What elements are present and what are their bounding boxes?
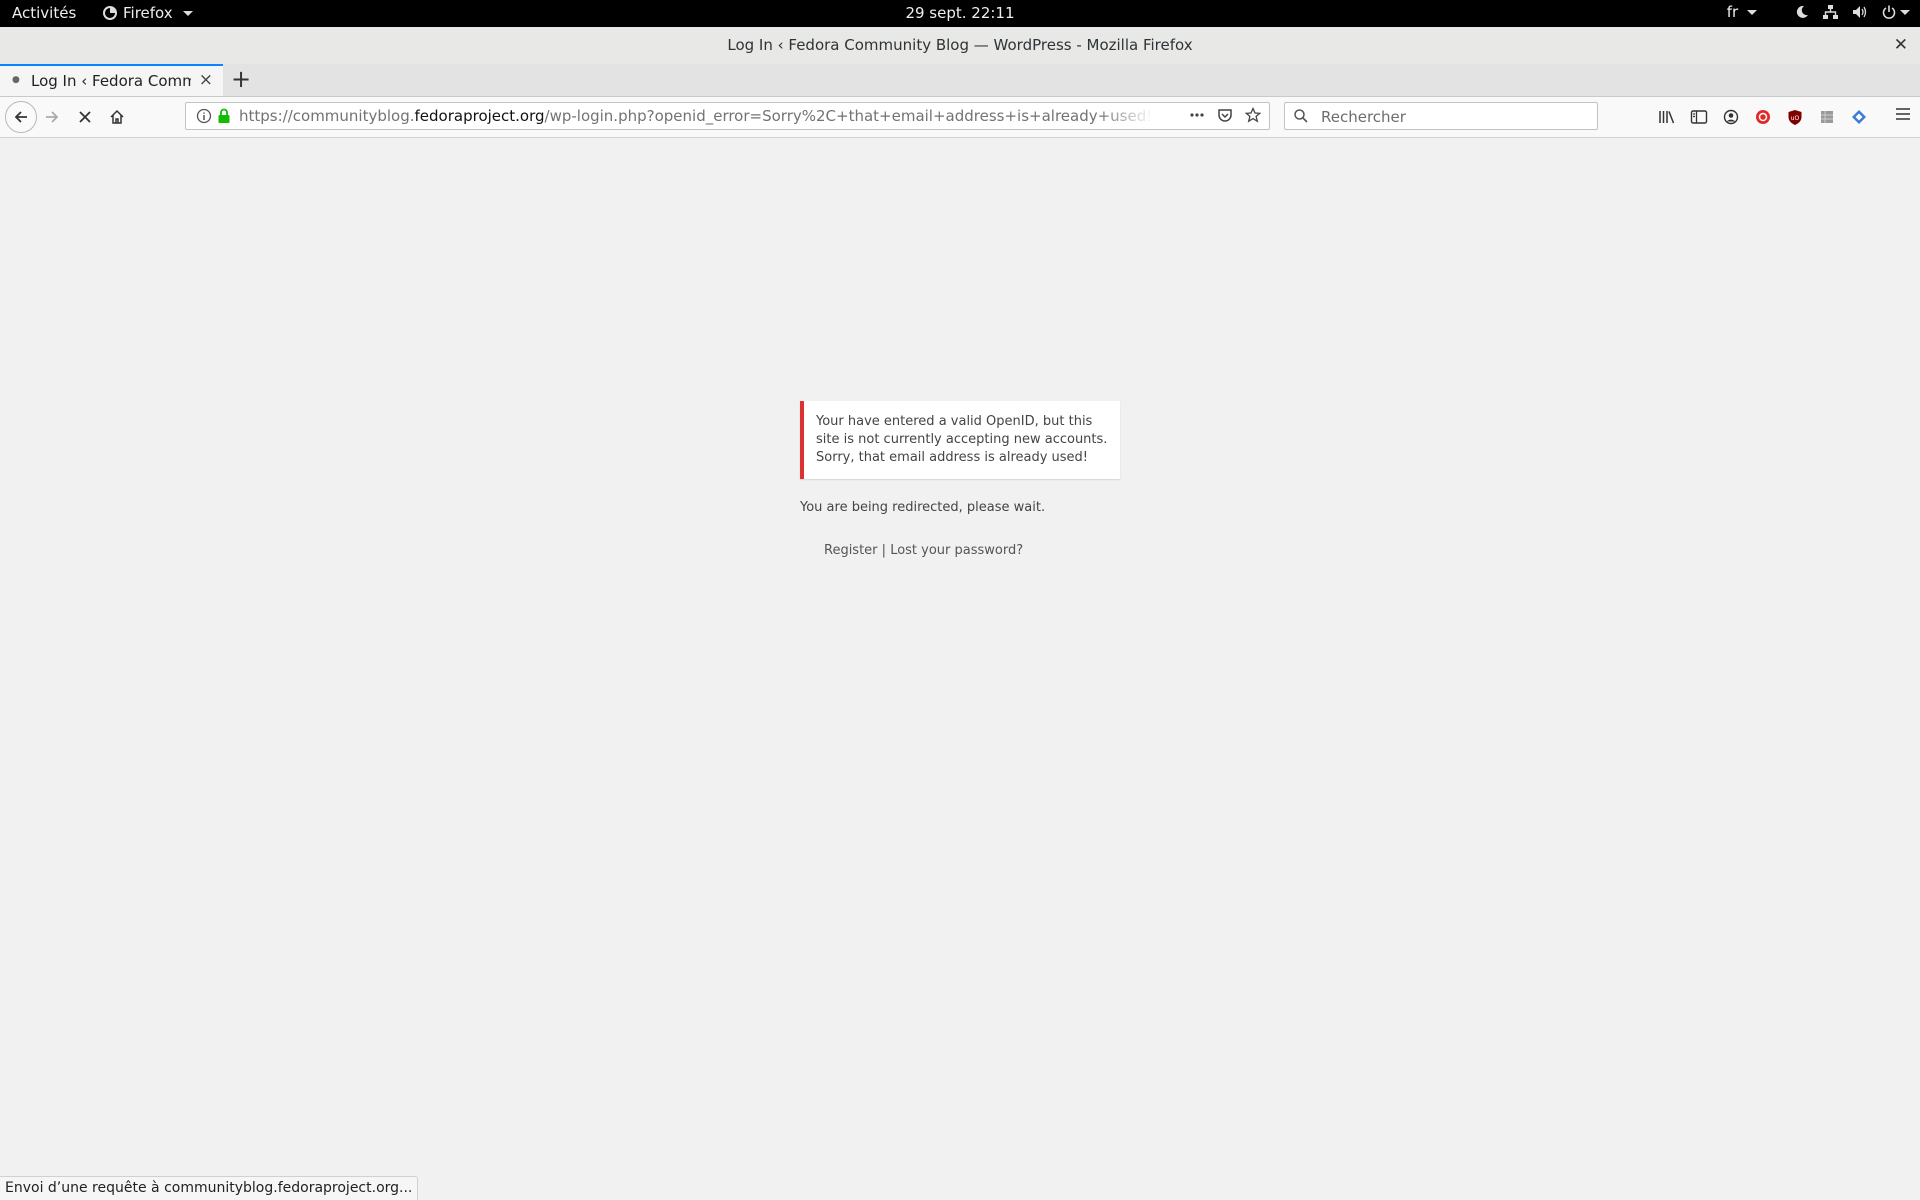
search-input[interactable]: [1319, 106, 1593, 128]
url-text: https://communityblog.fedoraproject.org/…: [239, 107, 1154, 125]
night-light-icon[interactable]: [1795, 5, 1809, 19]
window-title-bar: Log In ‹ Fedora Community Blog — WordPre…: [0, 27, 1920, 65]
new-tab-button[interactable]: +: [231, 65, 251, 93]
arrow-right-icon: [46, 111, 59, 123]
pocket-icon[interactable]: [1217, 107, 1233, 123]
info-icon[interactable]: [196, 108, 212, 124]
search-icon: [1294, 109, 1308, 123]
lost-password-link[interactable]: Lost your password?: [890, 543, 1023, 558]
app-menu-label: Firefox: [123, 4, 173, 22]
hamburger-menu-button[interactable]: [1894, 106, 1912, 126]
account-button[interactable]: [1720, 106, 1742, 128]
url-domain: fedoraproject.org: [414, 107, 545, 125]
network-icon[interactable]: [1823, 4, 1838, 20]
more-actions-icon[interactable]: [1189, 107, 1205, 123]
extension-grey-button[interactable]: [1816, 106, 1838, 128]
activities-button[interactable]: Activités: [12, 4, 76, 22]
register-link[interactable]: Register: [824, 543, 878, 558]
home-icon: [110, 109, 124, 124]
tab-label: Log In ‹ Fedora Community Blog: [31, 72, 191, 90]
url-path: /wp-login.php?openid_error=Sorry%2C+that…: [544, 107, 1154, 125]
window-title: Log In ‹ Fedora Community Blog — WordPre…: [727, 36, 1193, 54]
clock[interactable]: 29 sept. 22:11: [905, 4, 1014, 22]
redirect-message: You are being redirected, please wait.: [800, 500, 1046, 515]
ublock-shield-icon: uO: [1788, 109, 1802, 125]
language-indicator[interactable]: fr: [1727, 3, 1757, 21]
system-tray: fr: [1727, 3, 1910, 21]
chevron-down-icon: [1900, 9, 1910, 15]
stop-button[interactable]: [71, 103, 99, 131]
extension-blue-icon: [1852, 110, 1866, 124]
error-line-openid: Your have entered a valid OpenID, but th…: [816, 414, 1108, 447]
back-button[interactable]: [5, 101, 37, 133]
extension-red-button[interactable]: [1752, 106, 1774, 128]
search-bar[interactable]: [1284, 102, 1598, 130]
home-button[interactable]: [103, 103, 131, 131]
tab-strip: ● Log In ‹ Fedora Community Blog × +: [0, 64, 1920, 97]
bookmark-star-icon[interactable]: [1245, 107, 1261, 123]
status-bar: Envoi d’une requête à communityblog.fedo…: [0, 1176, 419, 1200]
login-nav-links: Register | Lost your password?: [824, 543, 1023, 558]
power-icon: [1882, 5, 1896, 19]
library-icon: [1659, 111, 1675, 124]
navigation-toolbar: https://communityblog.fedoraproject.org/…: [0, 97, 1920, 138]
forward-button[interactable]: [38, 103, 66, 131]
hamburger-menu-icon: [1896, 108, 1910, 120]
app-menu[interactable]: Firefox: [103, 4, 193, 22]
lock-icon[interactable]: [217, 108, 231, 124]
ublock-button[interactable]: uO: [1784, 106, 1806, 128]
extension-grey-icon: [1821, 111, 1833, 123]
language-label: fr: [1726, 3, 1739, 21]
tab-close-button[interactable]: ×: [199, 70, 213, 90]
firefox-icon: [103, 6, 117, 20]
page-actions: [1189, 107, 1261, 123]
account-icon: [1723, 109, 1739, 125]
window-close-button[interactable]: ✕: [1894, 35, 1908, 55]
extension-blue-button[interactable]: [1848, 106, 1870, 128]
toolbar-icons: uO: [1656, 106, 1870, 128]
power-menu[interactable]: [1882, 5, 1910, 19]
clock-container: 29 sept. 22:11: [0, 4, 1920, 22]
arrow-left-icon: [14, 111, 27, 123]
chevron-down-icon: [1747, 10, 1757, 15]
extension-red-icon: [1756, 110, 1770, 124]
chevron-down-icon: [182, 10, 193, 16]
tab-login[interactable]: ● Log In ‹ Fedora Community Blog ×: [0, 64, 223, 96]
url-prefix: https://communityblog.: [239, 107, 415, 125]
url-bar[interactable]: https://communityblog.fedoraproject.org/…: [185, 102, 1270, 130]
page-content: Your have entered a valid OpenID, but th…: [0, 138, 1920, 1200]
stop-icon: [79, 111, 91, 123]
tab-favicon-icon: ●: [12, 75, 20, 85]
library-button[interactable]: [1656, 106, 1678, 128]
sidebar-button[interactable]: [1688, 106, 1710, 128]
error-line-email: Sorry, that email address is already use…: [816, 450, 1089, 465]
volume-icon[interactable]: [1852, 5, 1868, 19]
sidebar-icon: [1690, 110, 1708, 124]
login-error-message: Your have entered a valid OpenID, but th…: [800, 401, 1120, 479]
link-separator: |: [877, 543, 891, 558]
svg-text:uO: uO: [1791, 115, 1800, 122]
system-top-bar: Activités Firefox 29 sept. 22:11 fr: [0, 0, 1920, 27]
